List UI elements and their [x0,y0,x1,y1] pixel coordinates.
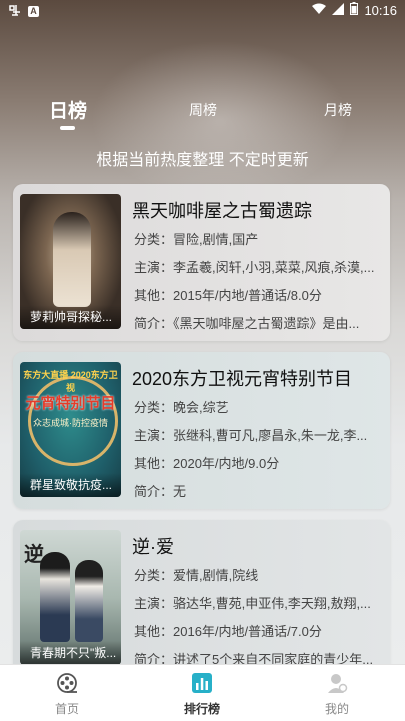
poster-figure [40,552,70,642]
tab-active-indicator [60,126,75,130]
poster-image[interactable]: 逆 青春期不只"叛... [20,530,121,665]
poster-image[interactable]: 东方大直播 2020东方卫视 元宵特别节目 众志成城·防控疫情 群星致敬抗疫..… [20,362,121,497]
poster-figure [53,212,91,307]
poster-text-sub: 众志成城·防控疫情 [33,418,108,428]
battery-icon [350,2,359,18]
nav-label: 首页 [54,702,79,716]
item-title: 逆·爱 [132,537,174,557]
poster-caption: 青春期不只"叛... [20,641,121,665]
item-cast: 主演：李孟羲,闵轩,小羽,菜菜,风痕,杀漠,... [134,260,375,275]
nav-label: 排行榜 [183,702,220,716]
bottom-navigation: 首页 排行榜 我的 [0,664,405,721]
signal-icon [332,2,345,18]
item-other: 其他：2015年/内地/普通话/8.0分 [134,288,322,303]
item-title: 2020东方卫视元宵特别节目 [132,369,353,389]
film-reel-icon [56,672,78,694]
tab-daily[interactable]: 日榜 [48,96,88,123]
item-summary: 简介：无 [134,484,187,499]
ranking-item-card[interactable]: 东方大直播 2020东方卫视 元宵特别节目 众志成城·防控疫情 群星致敬抗疫..… [13,352,390,509]
tab-monthly[interactable]: 月榜 [318,100,358,120]
poster-text-top: 东方大直播 2020东方卫视 [23,370,118,393]
ranking-chart-icon [191,672,213,694]
user-profile-icon [326,672,348,694]
item-title: 黑天咖啡屋之古蜀遗踪 [132,201,312,221]
nav-home[interactable]: 首页 [17,665,117,721]
item-other: 其他：2016年/内地/普通话/7.0分 [134,624,322,639]
item-genre: 分类：冒险,剧情,国产 [134,232,259,247]
nav-label: 我的 [324,702,349,716]
item-cast: 主演：骆达华,曹苑,申亚伟,李天翔,敖翔,... [134,596,371,611]
poster-text-main: 元宵特别节目 [25,395,116,412]
status-time: 10:16 [364,2,397,18]
poster-caption: 萝莉帅哥探秘... [20,305,121,329]
poster-image[interactable]: 萝莉帅哥探秘... [20,194,121,329]
poster-caption: 群星致敬抗疫... [20,473,121,497]
item-genre: 分类：晚会,综艺 [134,400,229,415]
nav-ranking[interactable]: 排行榜 [152,665,252,721]
ranking-item-card[interactable]: 逆 青春期不只"叛... 逆·爱 分类：爱情,剧情,院线 主演：骆达华,曹苑,申… [13,520,390,677]
wifi-icon [312,3,327,18]
item-genre: 分类：爱情,剧情,院线 [134,568,259,583]
ranking-subtitle: 根据当前热度整理 不定时更新 [96,152,309,169]
status-bar: A 10:16 [0,0,405,22]
item-other: 其他：2020年/内地/9.0分 [134,456,280,471]
ranking-item-card[interactable]: 萝莉帅哥探秘... 黑天咖啡屋之古蜀遗踪 分类：冒险,剧情,国产 主演：李孟羲,… [13,184,390,341]
item-summary: 简介：《黑天咖啡屋之古蜀遗踪》是由... [134,316,360,331]
item-cast: 主演：张继科,曹可凡,廖昌永,朱一龙,李... [134,428,368,443]
app-notification-icon [8,3,22,20]
poster-figure [75,560,103,642]
a-notification-icon: A [28,6,39,17]
nav-profile[interactable]: 我的 [287,665,387,721]
tab-weekly[interactable]: 周榜 [183,100,223,120]
